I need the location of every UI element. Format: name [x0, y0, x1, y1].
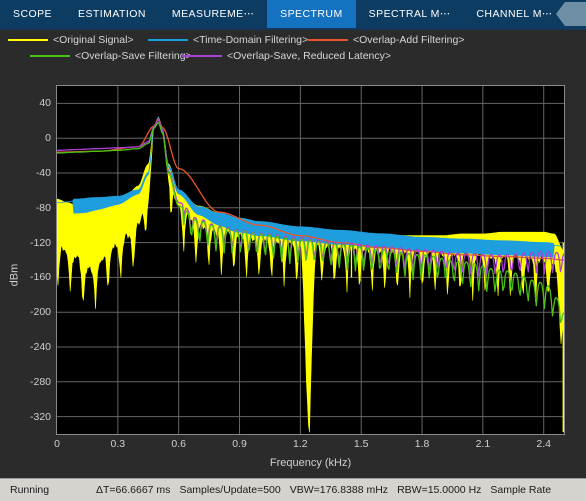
- tab-scope[interactable]: SCOPE: [0, 0, 66, 28]
- tab-label: ESTIMATION: [78, 8, 146, 20]
- legend-entry-5[interactable]: <Overlap-Save, Reduced Latency>: [182, 50, 391, 62]
- legend-color-swatch: [308, 39, 348, 41]
- x-tick-label: 2.1: [475, 438, 491, 450]
- x-tick-label: 0.9: [232, 438, 247, 450]
- legend-label: <Overlap-Save, Reduced Latency>: [227, 50, 392, 62]
- status-item-4: RBW=15.0000 Hz: [397, 484, 482, 496]
- status-items: ΔT=66.6667 ms Samples/Update=500 VBW=176.8…: [96, 484, 560, 496]
- x-tick-label: 1.2: [293, 438, 308, 450]
- legend-entry-2[interactable]: <Time-Domain Filtering>: [148, 34, 308, 46]
- y-tick-label: -200: [29, 306, 51, 319]
- status-item-2: Samples/Update=500: [179, 484, 281, 496]
- status-run-state: Running: [10, 484, 50, 496]
- plot-svg: [57, 86, 564, 434]
- tab-truncation-ellipsis: ⋯: [439, 8, 451, 20]
- tab-list: SCOPE ESTIMATION MEASUREME ⋯ SPECTRUM SPECTRA…: [0, 0, 566, 28]
- y-tick-label: 40: [39, 97, 51, 110]
- status-item-3: VBW=176.8388 mHz: [289, 484, 389, 496]
- tab-label: SPECTRAL M: [368, 8, 440, 20]
- tab-label: MEASUREME: [171, 8, 244, 20]
- y-tick-label: -320: [29, 410, 51, 423]
- legend-color-swatch: [30, 55, 70, 57]
- x-tick-label: 1.8: [414, 438, 430, 450]
- x-tick-label: 0.3: [110, 438, 126, 450]
- x-tick-label: 2.4: [536, 438, 552, 450]
- tab-truncation-ellipsis: ⋯: [541, 8, 553, 20]
- legend-entry-1[interactable]: <Original Signal>: [8, 34, 134, 46]
- legend-label: <Original Signal>: [53, 34, 134, 46]
- tab-label: SPECTRUM: [280, 8, 343, 20]
- spectrum-analyzer-window: SCOPE ESTIMATION MEASUREME ⋯ SPECTRUM SPECTRA…: [0, 0, 586, 501]
- legend-label: <Overlap-Add Filtering>: [353, 34, 465, 46]
- toolstrip-overflow-button[interactable]: •••: [556, 2, 586, 26]
- tab-measureme[interactable]: MEASUREME ⋯: [158, 0, 268, 28]
- y-tick-label: -120: [29, 236, 51, 249]
- y-axis-ticks: 40 0 -40 -80 -120 -160 -200 -240 -280 -320: [0, 85, 51, 435]
- plot-legend: <Original Signal> <Time-Domain Filtering>…: [0, 30, 586, 72]
- series-original-signal: [57, 116, 564, 433]
- tab-estimation[interactable]: ESTIMATION: [65, 0, 159, 28]
- y-tick-label: 0: [45, 132, 51, 145]
- y-tick-label: -160: [29, 271, 51, 284]
- tab-truncation-ellipsis: ⋯: [243, 8, 255, 20]
- tab-spectrum[interactable]: SPECTRUM: [267, 0, 356, 28]
- tab-spectral-m[interactable]: SPECTRAL M ⋯: [355, 0, 464, 28]
- x-tick-label: 0: [54, 438, 60, 450]
- legend-entry-3[interactable]: <Overlap-Add Filtering>: [308, 34, 464, 46]
- y-tick-label: -240: [29, 341, 51, 353]
- status-bar: Running ΔT=66.6667 ms Samples/Update=500 V…: [0, 478, 586, 501]
- legend-label: <Time-Domain Filtering>: [193, 34, 309, 46]
- legend-color-swatch: [148, 39, 188, 41]
- x-tick-label: 0.6: [171, 438, 186, 450]
- status-item-5: Sample Rate: [490, 484, 552, 496]
- y-tick-label: -40: [35, 167, 51, 179]
- tab-label: CHANNEL M: [476, 8, 542, 20]
- x-tick-label: 1.5: [353, 438, 369, 450]
- tab-channel-m[interactable]: CHANNEL M ⋯: [463, 0, 566, 28]
- x-axis-label: Frequency (kHz): [269, 457, 352, 469]
- toolstrip-overflow-area: •••: [556, 0, 586, 28]
- toolstrip-tabbar: SCOPE ESTIMATION MEASUREME ⋯ SPECTRUM SPECTRA…: [0, 0, 586, 28]
- spectrum-plot[interactable]: dBm 40 0 -40 -80 -120 -160 -200 -240 -280 -320 00…: [0, 72, 586, 478]
- plot-canvas[interactable]: [56, 85, 565, 435]
- y-tick-label: -80: [35, 201, 51, 214]
- y-tick-label: -280: [29, 375, 51, 388]
- tab-label: SCOPE: [13, 8, 53, 20]
- legend-label: <Overlap-Save Filtering>: [75, 50, 192, 62]
- legend-color-swatch: [8, 39, 48, 41]
- legend-entry-4[interactable]: <Overlap-Save Filtering>: [30, 50, 192, 62]
- legend-color-swatch: [182, 55, 222, 57]
- status-item-1: ΔT=66.6667 ms: [96, 484, 171, 496]
